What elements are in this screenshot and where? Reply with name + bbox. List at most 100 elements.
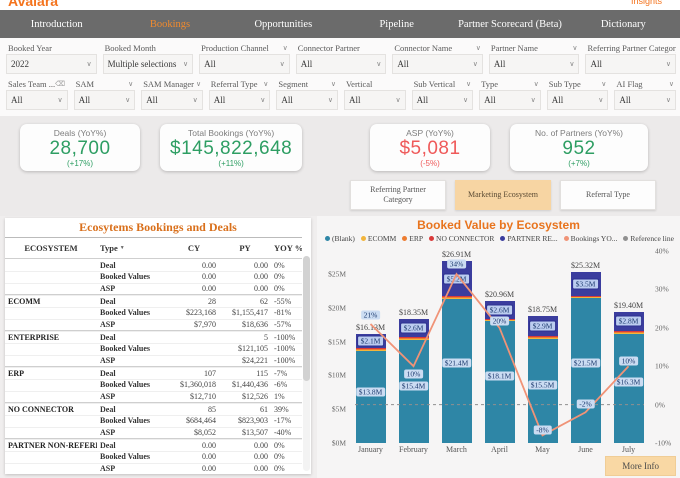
filter-label: Booked Year [6,42,97,54]
tab-introduction[interactable]: Introduction [0,10,113,38]
chevron-down-icon: ∨ [569,60,574,68]
filter-label-text: Referral Type [211,79,258,89]
legend-label: ECOMM [368,234,396,243]
table-header-row: ECOSYSTEMType▼CYPYYOY % [5,238,302,259]
chevron-down-icon[interactable]: ∨ [331,80,336,88]
filter-dropdown-connector-name[interactable]: All∨ [392,54,483,74]
filter-booked-year: Booked Year2022∨ [6,42,97,74]
column-header-ecosystem[interactable]: ECOSYSTEM [5,238,97,258]
filter-row-1: Booked Year2022∨ Booked MonthMultiple sel… [6,42,676,74]
filter-label: SAM ∨ [74,78,136,90]
kpi-card-no-of-partners-yoy: No. of Partners (YoY%)952(+7%) [510,124,648,171]
nav-bar: IntroductionBookingsOpportunitiesPipelin… [0,10,680,38]
chevron-down-icon[interactable]: ∨ [196,80,201,88]
filter-value: All [214,95,226,105]
filter-label-text: Segment [278,79,308,89]
chevron-down-icon[interactable]: ∨ [263,80,268,88]
clear-selections-icon[interactable]: ⌫ [55,80,65,88]
filter-dropdown-sam[interactable]: All∨ [74,90,136,110]
column-header-py[interactable]: PY [219,238,271,258]
y-axis-tick-left: $5M [332,405,349,414]
tab-opportunities[interactable]: Opportunities [227,10,340,38]
kpi-delta: (+17%) [30,159,130,168]
filter-value: All [301,59,313,69]
chevron-down-icon[interactable]: ∨ [572,44,577,52]
tab-bookings[interactable]: Bookings [113,10,226,38]
cell-yoy: 0% [271,463,302,475]
line-point-label: 10% [619,357,639,366]
filter-dropdown-referral-type[interactable]: All∨ [209,90,271,110]
bookings-yoy-line [371,274,629,435]
filter-referring-partner-category: Referring Partner Category∨All∨ [585,42,676,74]
more-info-button[interactable]: More Info [605,456,676,476]
table-row: Booked Values$1,360,018$1,440,436-6% [5,379,302,391]
insights-link[interactable]: Insights [631,0,662,6]
legend-label: PARTNER RE... [507,234,557,243]
line-point-label: -2% [576,400,595,409]
filter-label: Sales Team ...⌫∨ [6,78,68,90]
table-scrollbar[interactable] [303,256,310,471]
chevron-down-icon[interactable]: ∨ [669,80,674,88]
filter-partner-name: Partner Name∨All∨ [489,42,580,74]
filter-label: Referral Type ∨ [209,78,271,90]
chevron-down-icon: ∨ [328,96,333,104]
filter-dropdown-production-channel[interactable]: All∨ [199,54,290,74]
legend-item: Reference line [623,234,674,243]
chevron-down-icon[interactable]: ∨ [601,80,606,88]
filter-label-text: Booked Month [105,43,156,53]
filter-dropdown-type[interactable]: All∨ [479,90,541,110]
x-axis-label: January [349,445,392,454]
tab-partner-scorecard-beta-[interactable]: Partner Scorecard (Beta) [453,10,566,38]
table-row: ASP0.000.000% [5,463,302,474]
chevron-down-icon[interactable]: ∨ [476,44,481,52]
table-row: PARTNER NON-REFERRA...Deal0.000.000% [5,439,302,451]
tab-dictionary[interactable]: Dictionary [567,10,680,38]
kpi-value: $5,081 [380,138,480,159]
column-header-type[interactable]: Type▼ [97,238,169,258]
trend-line-layer [349,251,650,443]
chevron-down-icon[interactable]: ∨ [128,80,133,88]
legend-dot-icon [500,236,505,241]
toggle-referring-partner-category[interactable]: Referring Partner Category [350,180,446,210]
legend-item: ERP [402,234,423,243]
table-scrollbar-thumb[interactable] [303,256,310,381]
y-axis-tick-right: 0% [650,400,665,409]
filter-dropdown-sub-vertical[interactable]: All∨ [412,90,474,110]
filter-dropdown-ai-flag[interactable]: All∨ [614,90,676,110]
filter-dropdown-sub-type[interactable]: All∨ [547,90,609,110]
filter-dropdown-vertical[interactable]: All∨ [344,90,406,110]
filter-dropdown-referring-partner-category[interactable]: All∨ [585,54,676,74]
toggle-marketing-ecosystem[interactable]: Marketing Ecosystem [455,180,551,210]
filter-label-text: Booked Year [8,43,52,53]
filter-dropdown-sales-team[interactable]: All∨ [6,90,68,110]
y-axis-tick-right: 30% [650,285,669,294]
filter-label-text: SAM [76,79,94,89]
chevron-down-icon[interactable]: ∨ [466,80,471,88]
kpi-delta: (+7%) [520,159,638,168]
column-header-yoy[interactable]: YOY % [271,238,302,258]
chevron-down-icon[interactable]: ∨ [283,44,288,52]
filter-dropdown-segment[interactable]: All∨ [276,90,338,110]
tab-pipeline[interactable]: Pipeline [340,10,453,38]
filter-dropdown-booked-month[interactable]: Multiple selections∨ [103,54,194,74]
filter-dropdown-booked-year[interactable]: 2022∨ [6,54,97,74]
chevron-down-icon: ∨ [86,60,91,68]
legend-label: (Blank) [332,234,355,243]
filter-dropdown-sam-manager[interactable]: All∨ [141,90,203,110]
chevron-down-icon[interactable]: ∨ [534,80,539,88]
filter-sam: SAM ∨ All∨ [74,78,136,110]
chevron-down-icon: ∨ [193,96,198,104]
filter-value: All [484,95,496,105]
filter-label: Booked Month [103,42,194,54]
filter-label: SAM Manager∨ [141,78,203,90]
toggle-referral-type[interactable]: Referral Type [560,180,656,210]
ecosystems-table: ECOSYSTEMType▼CYPYYOY %Deal0.000.000%Boo… [5,237,302,474]
column-header-cy[interactable]: CY [169,238,219,258]
filter-dropdown-connector-partner[interactable]: All∨ [296,54,387,74]
filter-label-text: Partner Name [491,43,538,53]
filter-label: Partner Name ∨ [489,42,580,54]
x-axis-label: May [521,445,564,454]
filter-dropdown-partner-name[interactable]: All∨ [489,54,580,74]
kpi-card-total-bookings-yoy: Total Bookings (YoY%)$145,822,648(+11%) [160,124,302,171]
chart-legend: (Blank)ECOMMERPNO CONNECTORPARTNER RE...… [317,232,680,243]
